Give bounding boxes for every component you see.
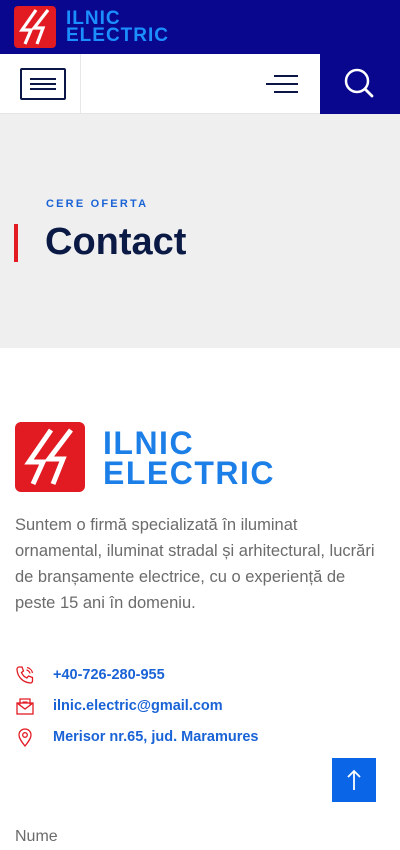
contact-email-row[interactable]: ilnic.electric@gmail.com [15, 696, 223, 716]
lightning-logo-icon [14, 6, 56, 48]
page-title: Contact [45, 221, 187, 263]
scroll-to-top-button[interactable] [332, 758, 376, 802]
phone-icon [16, 666, 34, 684]
top-brand-bar: ILNIC ELECTRIC [0, 0, 400, 54]
hero-accent-bar [14, 224, 18, 262]
contact-address-link[interactable]: Merisor nr.65, jud. Maramures [53, 729, 259, 745]
contact-email-link[interactable]: ilnic.electric@gmail.com [53, 698, 223, 714]
location-pin-icon [18, 728, 32, 747]
lightning-logo-large-icon [15, 422, 85, 492]
contact-address-row[interactable]: Merisor nr.65, jud. Maramures [15, 727, 259, 747]
nav-bar [0, 54, 400, 114]
brand-line-1: ILNIC [103, 425, 195, 461]
name-field-label: Nume [15, 828, 58, 845]
company-description: Suntem o firmă specializată în iluminat … [15, 516, 375, 612]
contact-phone-link[interactable]: +40-726-280-955 [53, 667, 165, 683]
header-logo[interactable]: ILNIC ELECTRIC [14, 6, 169, 48]
email-icon [16, 698, 34, 715]
header-logo-text: ILNIC ELECTRIC [66, 9, 169, 46]
hamburger-menu-icon[interactable] [266, 72, 298, 96]
brand-logo-text: ILNIC ELECTRIC [103, 425, 275, 491]
nav-divider [80, 54, 81, 114]
page-hero: CERE OFERTA Contact [0, 114, 400, 348]
keyboard-icon[interactable] [20, 68, 66, 100]
hero-subtitle: CERE OFERTA [46, 198, 149, 210]
contact-phone-row[interactable]: +40-726-280-955 [15, 665, 165, 685]
search-icon [344, 68, 374, 98]
brand-line-2: ELECTRIC [103, 455, 275, 491]
logo-line-2: ELECTRIC [66, 25, 169, 46]
arrow-up-icon [347, 769, 361, 790]
search-button[interactable] [320, 54, 400, 114]
